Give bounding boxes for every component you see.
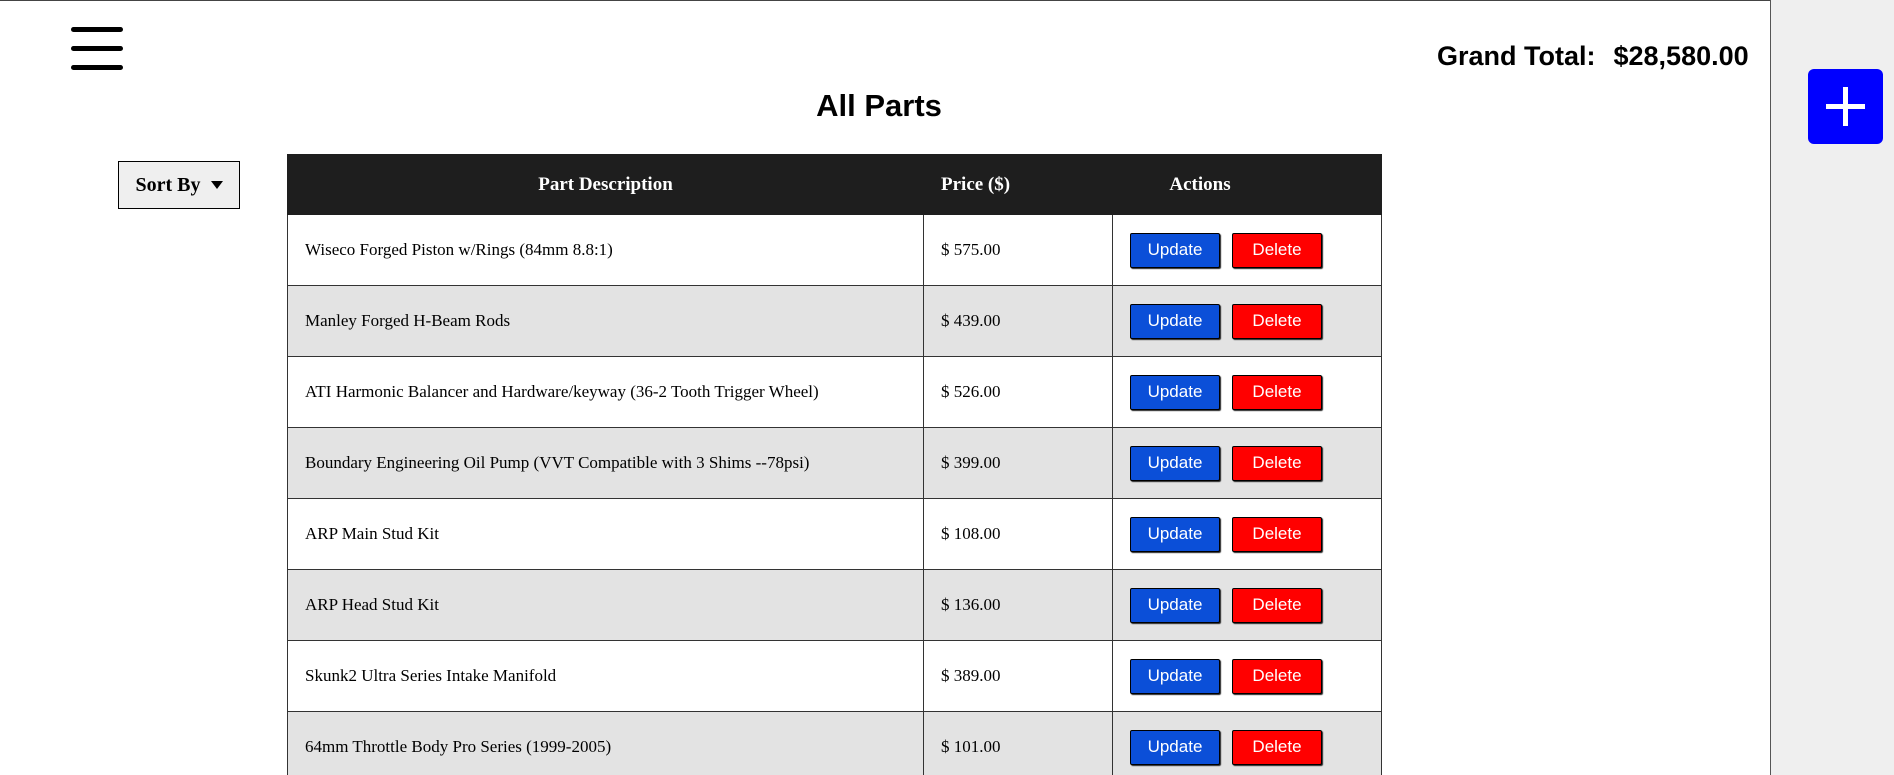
part-price: $ 108.00 (923, 498, 1113, 570)
menu-bar-bottom (71, 65, 123, 70)
delete-button[interactable]: Delete (1232, 729, 1322, 765)
update-button[interactable]: Update (1130, 516, 1220, 552)
column-header-description: Part Description (287, 154, 924, 215)
part-description: Boundary Engineering Oil Pump (VVT Compa… (287, 427, 924, 499)
row-actions: Update Delete (1112, 356, 1382, 428)
delete-button[interactable]: Delete (1232, 374, 1322, 410)
part-description: ARP Head Stud Kit (287, 569, 924, 641)
table-row: 64mm Throttle Body Pro Series (1999-2005… (287, 711, 1382, 775)
grand-total: Grand Total: $28,580.00 (1437, 41, 1749, 72)
sort-by-label: Sort By (135, 173, 201, 196)
table-row: Wiseco Forged Piston w/Rings (84mm 8.8:1… (287, 214, 1382, 286)
delete-button[interactable]: Delete (1232, 516, 1322, 552)
row-actions: Update Delete (1112, 214, 1382, 286)
delete-button[interactable]: Delete (1232, 232, 1322, 268)
parts-table-body: Wiseco Forged Piston w/Rings (84mm 8.8:1… (287, 214, 1382, 775)
update-button[interactable]: Update (1130, 729, 1220, 765)
row-actions: Update Delete (1112, 498, 1382, 570)
update-button[interactable]: Update (1130, 658, 1220, 694)
table-row: Skunk2 Ultra Series Intake Manifold $ 389… (287, 640, 1382, 712)
part-description: Wiseco Forged Piston w/Rings (84mm 8.8:1… (287, 214, 924, 286)
menu-bar-middle (71, 46, 123, 51)
update-button[interactable]: Update (1130, 587, 1220, 623)
row-actions: Update Delete (1112, 569, 1382, 641)
part-price: $ 101.00 (923, 711, 1113, 775)
delete-button[interactable]: Delete (1232, 658, 1322, 694)
caret-down-icon (210, 181, 223, 189)
hamburger-menu-icon[interactable] (71, 27, 123, 71)
row-actions: Update Delete (1112, 285, 1382, 357)
part-price: $ 526.00 (923, 356, 1113, 428)
grand-total-label: Grand Total: (1437, 41, 1596, 71)
part-price: $ 439.00 (923, 285, 1113, 357)
row-actions: Update Delete (1112, 427, 1382, 499)
part-description: 64mm Throttle Body Pro Series (1999-2005… (287, 711, 924, 775)
part-price: $ 399.00 (923, 427, 1113, 499)
update-button[interactable]: Update (1130, 303, 1220, 339)
page-title: All Parts (816, 88, 942, 123)
menu-bar-top (71, 27, 123, 32)
sort-by-button[interactable]: Sort By (118, 161, 240, 209)
table-header-row: Part Description Price ($) Actions (287, 154, 1382, 215)
table-row: ARP Main Stud Kit $ 108.00 Update Delete (287, 498, 1382, 570)
delete-button[interactable]: Delete (1232, 303, 1322, 339)
parts-table: Part Description Price ($) Actions Wisec… (287, 154, 1382, 775)
part-price: $ 575.00 (923, 214, 1113, 286)
delete-button[interactable]: Delete (1232, 587, 1322, 623)
update-button[interactable]: Update (1130, 374, 1220, 410)
row-actions: Update Delete (1112, 640, 1382, 712)
table-row: Boundary Engineering Oil Pump (VVT Compa… (287, 427, 1382, 499)
column-header-price: Price ($) (923, 154, 1113, 215)
update-button[interactable]: Update (1130, 445, 1220, 481)
column-header-actions: Actions (1112, 154, 1382, 215)
grand-total-value: $28,580.00 (1613, 41, 1749, 71)
part-price: $ 389.00 (923, 640, 1113, 712)
part-description: ATI Harmonic Balancer and Hardware/keywa… (287, 356, 924, 428)
add-part-button[interactable] (1808, 69, 1883, 144)
part-description: ARP Main Stud Kit (287, 498, 924, 570)
update-button[interactable]: Update (1130, 232, 1220, 268)
table-row: ATI Harmonic Balancer and Hardware/keywa… (287, 356, 1382, 428)
part-description: Manley Forged H-Beam Rods (287, 285, 924, 357)
top-divider (0, 0, 1770, 1)
table-row: Manley Forged H-Beam Rods $ 439.00 Update D… (287, 285, 1382, 357)
row-actions: Update Delete (1112, 711, 1382, 775)
table-row: ARP Head Stud Kit $ 136.00 Update Delete (287, 569, 1382, 641)
part-price: $ 136.00 (923, 569, 1113, 641)
part-description: Skunk2 Ultra Series Intake Manifold (287, 640, 924, 712)
delete-button[interactable]: Delete (1232, 445, 1322, 481)
plus-icon (1826, 87, 1865, 126)
